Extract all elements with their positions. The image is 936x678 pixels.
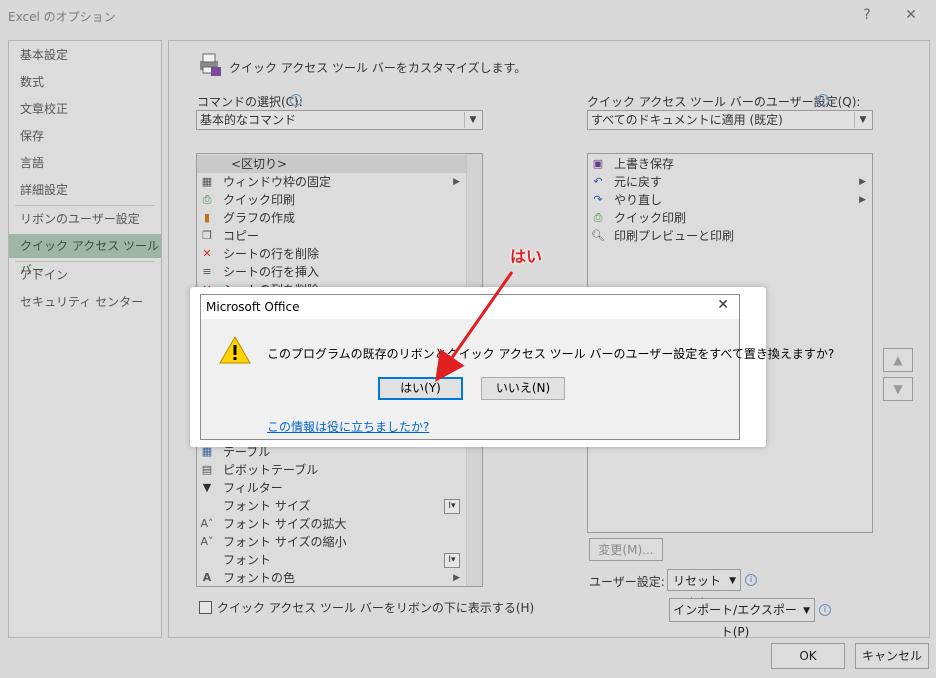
annotation-label: はい (510, 247, 543, 266)
annotation-arrow (435, 271, 514, 382)
